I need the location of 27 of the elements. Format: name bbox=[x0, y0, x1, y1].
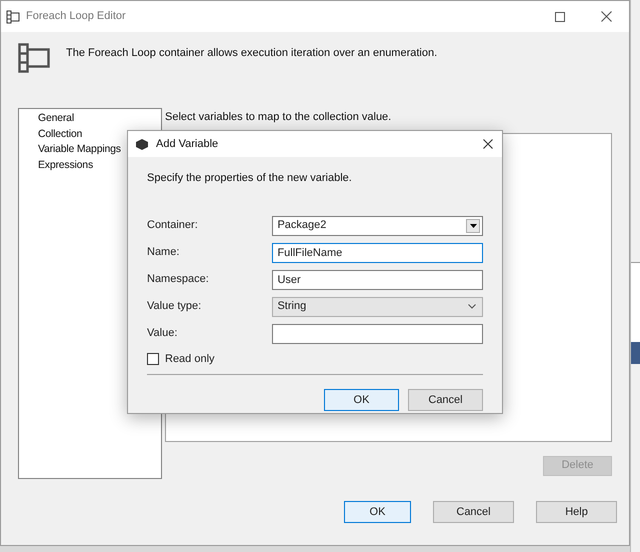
field-label: Value type: bbox=[147, 299, 202, 314]
dialog-title: Add Variable bbox=[156, 136, 218, 152]
dialog-button[interactable]: Help bbox=[536, 501, 617, 523]
value-type-dropdown[interactable]: String bbox=[272, 296, 483, 316]
dialog-button[interactable]: OK bbox=[324, 389, 399, 411]
field-label: Namespace: bbox=[147, 272, 210, 288]
dialog-instructions: Specify the properties of the new variable. bbox=[147, 171, 353, 186]
mappings-caption: Select variables to map to the collection value. bbox=[165, 110, 392, 125]
dialog-button[interactable]: OK bbox=[344, 501, 411, 523]
field-label: Value: bbox=[147, 326, 178, 342]
dialog-button[interactable]: Cancel bbox=[433, 501, 514, 523]
dialog-button[interactable]: Cancel bbox=[408, 389, 483, 411]
window-title: Foreach Loop Editor bbox=[26, 9, 126, 24]
chevron-down-icon bbox=[468, 304, 476, 309]
checkbox-label: Read only bbox=[165, 352, 215, 366]
container-dropdown[interactable]: Package2 bbox=[272, 216, 483, 236]
checkbox[interactable] bbox=[147, 352, 159, 365]
description-text: The Foreach Loop container allows execution iteration over an enumeration. bbox=[66, 46, 438, 61]
loop-container-icon bbox=[18, 43, 51, 73]
nav-item[interactable]: General bbox=[19, 111, 161, 126]
text-field[interactable]: FullFileName bbox=[272, 242, 483, 262]
text-field[interactable] bbox=[272, 324, 483, 344]
loop-container-icon bbox=[6, 10, 20, 24]
close-icon[interactable] bbox=[482, 138, 494, 150]
text-field[interactable]: User bbox=[272, 270, 483, 290]
field-label: Name: bbox=[147, 245, 180, 260]
field-label: Container: bbox=[147, 218, 199, 234]
